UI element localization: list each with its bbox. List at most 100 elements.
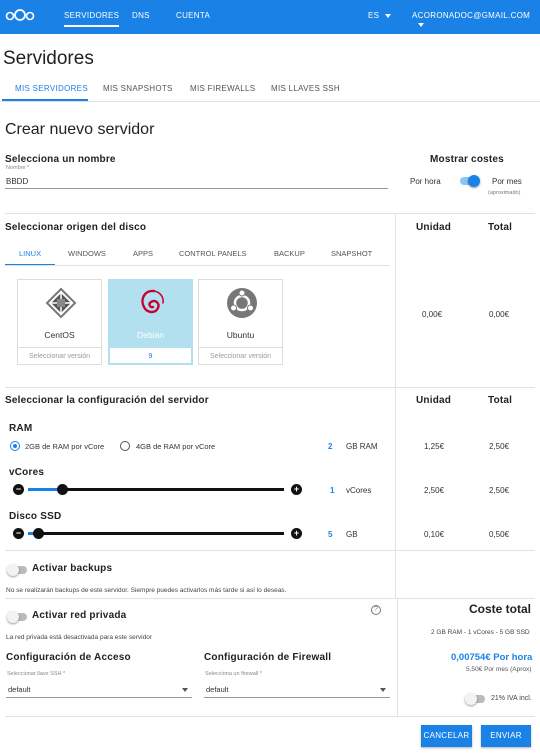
vcores-label: vCores — [9, 467, 45, 478]
backups-note: No se realizarán backups de este servido… — [6, 587, 287, 594]
tab-mis-snapshots[interactable]: MIS SNAPSHOTS — [103, 84, 173, 93]
disk-unit-cost: 0,00€ — [422, 310, 443, 319]
approximate-label: (aproximado) — [488, 190, 521, 196]
toggle-knob — [465, 693, 477, 705]
ssd-decrease-button[interactable]: − — [13, 528, 24, 539]
ssd-unit-cost: 0,10€ — [424, 530, 445, 539]
disk-section-title: Seleccionar origen del disco — [5, 222, 147, 233]
account-email: ACORONADOC@GMAIL.COM — [412, 11, 531, 20]
account-menu[interactable]: ACORONADOC@GMAIL.COM — [412, 11, 540, 29]
monthly-price: 5,50€ Por mes (Aprox) — [466, 666, 532, 673]
cancel-button[interactable]: CANCELAR — [421, 725, 472, 747]
server-spec-summary: 2 GB RAM - 1 vCores - 5 GB SSD — [431, 629, 530, 636]
divider — [5, 213, 535, 214]
ram-option-2gb-label: 2GB de RAM por vCore — [25, 442, 105, 451]
tab-snapshot[interactable]: SNAPSHOT — [331, 249, 372, 258]
divider — [5, 716, 535, 717]
iva-toggle[interactable] — [465, 693, 485, 705]
ram-total-cost: 2,50€ — [489, 442, 510, 451]
ubuntu-logo-icon — [227, 288, 257, 318]
vcores-total-cost: 2,50€ — [489, 486, 510, 495]
ssd-increase-button[interactable]: + — [291, 528, 302, 539]
ssd-value: 5 — [328, 530, 333, 539]
language-label: ES — [368, 11, 380, 20]
ram-label: RAM — [9, 423, 33, 434]
ssd-label: Disco SSD — [9, 511, 62, 522]
ssd-total-cost: 0,50€ — [489, 530, 510, 539]
top-bar: SERVIDORES DNS CUENTA ES ACORONADOC@GMAI… — [0, 0, 540, 34]
per-hour-label: Por hora — [410, 177, 441, 186]
toggle-knob — [7, 611, 19, 623]
name-field-label: Nombre * — [6, 165, 30, 171]
debian-logo-icon — [141, 289, 164, 314]
ram-value: 2 — [328, 442, 333, 451]
nav-servidores[interactable]: SERVIDORES — [64, 11, 120, 27]
ssh-key-select-underline — [6, 697, 192, 698]
chevron-down-icon — [418, 22, 424, 27]
vcores-unit-cost: 2,50€ — [424, 486, 445, 495]
tab-mis-firewalls[interactable]: MIS FIREWALLS — [190, 84, 255, 93]
vcores-slider-handle[interactable] — [57, 484, 69, 495]
unit-header: Unidad — [416, 395, 452, 406]
vcores-increase-button[interactable]: + — [291, 484, 302, 495]
firewall-select-underline — [204, 697, 390, 698]
total-header: Total — [488, 222, 513, 233]
cost-period-toggle[interactable] — [460, 175, 480, 187]
tab-mis-servidores[interactable]: MIS SERVIDORES — [15, 84, 88, 93]
column-divider — [397, 598, 398, 716]
divider — [5, 598, 535, 599]
firewall-select[interactable]: default — [206, 685, 381, 695]
tab-linux[interactable]: LINUX — [19, 249, 41, 258]
ssd-slider-track[interactable] — [28, 532, 284, 535]
ssd-unit: GB — [346, 530, 358, 539]
chevron-down-icon — [380, 688, 386, 692]
tab-apps[interactable]: APPS — [133, 249, 153, 258]
centos-logo-icon — [45, 287, 77, 319]
private-network-note: La red privada está desactivada para est… — [6, 634, 152, 641]
help-icon[interactable]: ? — [371, 605, 381, 615]
os-card-centos[interactable]: CentOS Seleccionar versión — [17, 279, 102, 365]
version-select[interactable]: Seleccionar versión — [18, 347, 101, 364]
divider — [5, 387, 535, 388]
vcores-decrease-button[interactable]: − — [13, 484, 24, 495]
vcores-unit: vCores — [346, 486, 372, 495]
name-section-title: Selecciona un nombre — [5, 154, 116, 165]
private-network-label: Activar red privada — [32, 610, 127, 621]
show-costs-title: Mostrar costes — [430, 154, 504, 165]
tab-windows[interactable]: WINDOWS — [68, 249, 106, 258]
ssh-key-select[interactable]: default — [8, 685, 186, 695]
version-select[interactable]: Seleccionar versión — [199, 347, 282, 364]
tab-backup[interactable]: BACKUP — [274, 249, 305, 258]
ram-option-4gb-label: 4GB de RAM por vCore — [136, 442, 216, 451]
logo-icon[interactable] — [5, 8, 35, 22]
backups-label: Activar backups — [32, 563, 113, 574]
os-name: CentOS — [44, 330, 75, 340]
divider — [5, 265, 390, 266]
vcores-value: 1 — [330, 486, 335, 495]
ram-unit: GB RAM — [346, 442, 378, 451]
os-name: Debian — [137, 330, 164, 340]
nav-dns[interactable]: DNS — [132, 11, 150, 20]
nav-cuenta[interactable]: CUENTA — [176, 11, 210, 20]
backups-toggle[interactable] — [7, 564, 27, 576]
chevron-down-icon — [385, 13, 392, 18]
os-card-debian[interactable]: Debian 9 — [108, 279, 193, 365]
name-input[interactable]: BBDD — [6, 177, 386, 188]
language-selector[interactable]: ES — [368, 11, 392, 20]
divider — [0, 101, 540, 102]
tab-control-panels[interactable]: CONTROL PANELS — [179, 249, 247, 258]
iva-label: 21% IVA incl. — [491, 695, 532, 702]
toggle-knob — [468, 175, 480, 187]
unit-header: Unidad — [416, 222, 452, 233]
version-select[interactable]: 9 — [109, 347, 192, 364]
create-server-title: Crear nuevo servidor — [5, 121, 155, 138]
private-network-toggle[interactable] — [7, 611, 27, 623]
ssh-key-field-label: Seleccionar llave SSH * — [7, 671, 66, 677]
ram-option-2gb-radio[interactable] — [10, 441, 20, 451]
os-card-ubuntu[interactable]: Ubuntu Seleccionar versión — [198, 279, 283, 365]
ram-option-4gb-radio[interactable] — [120, 441, 130, 451]
tab-mis-llaves-ssh[interactable]: MIS LLAVES SSH — [271, 84, 340, 93]
send-button[interactable]: ENVIAR — [481, 725, 531, 747]
ssd-slider-handle[interactable] — [32, 528, 44, 539]
divider — [5, 550, 535, 551]
